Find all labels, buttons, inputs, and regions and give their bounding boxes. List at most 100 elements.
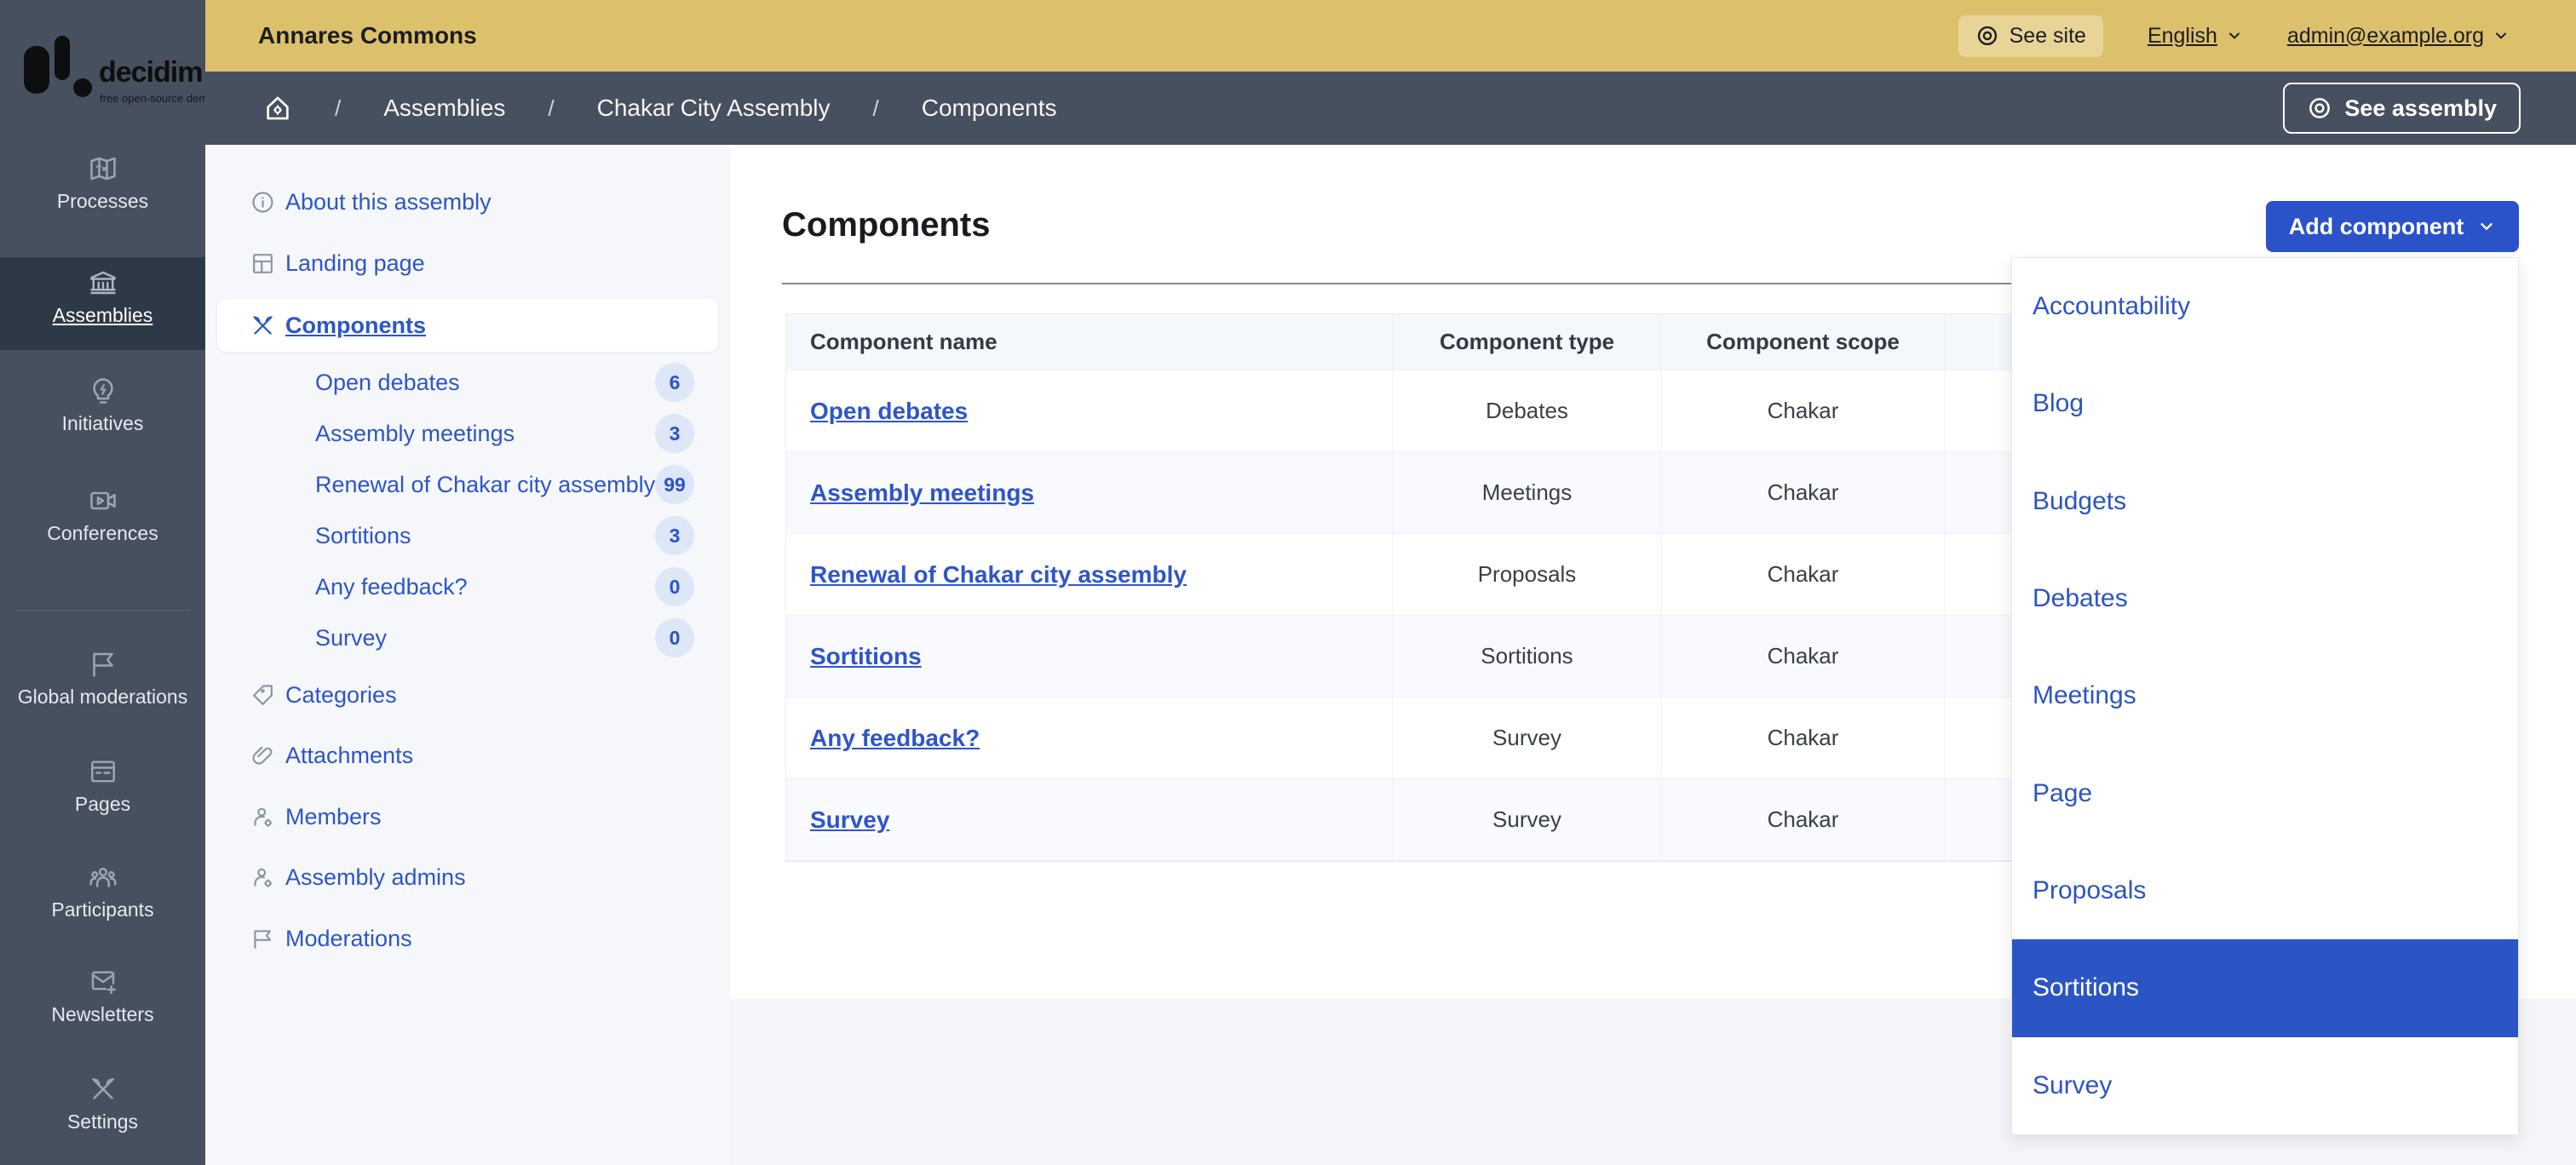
sidebar-item-newsletters[interactable]: Newsletters [0, 967, 205, 1025]
decidim-admin-page: decidim free open-source democracy Proce… [0, 0, 2576, 1165]
dropdown-item-budgets[interactable]: Budgets [2012, 453, 2518, 550]
decidim-logo[interactable]: decidim free open-source democracy [24, 34, 198, 106]
component-link[interactable]: Open debates [810, 398, 968, 425]
column-header-type: Component type [1393, 314, 1662, 370]
sidebar-item-pages[interactable]: Pages [0, 756, 205, 815]
menu-item-attachments[interactable]: Attachments [205, 732, 730, 779]
menu-subitem-renewal[interactable]: Renewal of Chakar city assembly 99 [205, 461, 730, 508]
user-gear-icon [250, 864, 276, 891]
dropdown-item-page[interactable]: Page [2012, 745, 2518, 842]
component-link[interactable]: Any feedback? [810, 725, 980, 752]
component-scope: Chakar [1768, 398, 1839, 424]
dropdown-item-proposals[interactable]: Proposals [2012, 842, 2518, 939]
menu-item-about-assembly[interactable]: About this assembly [205, 178, 730, 226]
component-type: Proposals [1478, 561, 1577, 588]
dropdown-item-accountability[interactable]: Accountability [2012, 258, 2518, 355]
add-component-label: Add component [2289, 214, 2464, 240]
dropdown-item-debates[interactable]: Debates [2012, 550, 2518, 647]
price-tag-icon [250, 682, 276, 709]
add-component-button[interactable]: Add component [2266, 201, 2519, 252]
dropdown-item-meetings[interactable]: Meetings [2012, 647, 2518, 744]
column-header-scope: Component scope [1662, 314, 1945, 370]
decidim-logo-mark [24, 46, 49, 94]
dropdown-item-survey[interactable]: Survey [2012, 1037, 2518, 1134]
dropdown-item-blog[interactable]: Blog [2012, 355, 2518, 452]
menu-subitem-survey[interactable]: Survey 0 [205, 614, 730, 662]
component-link[interactable]: Renewal of Chakar city assembly [810, 561, 1187, 588]
breadcrumb-chakar-city-assembly[interactable]: Chakar City Assembly [597, 95, 831, 122]
see-assembly-button[interactable]: See assembly [2283, 83, 2521, 134]
tools-icon [88, 1074, 118, 1105]
user-account-dropdown[interactable]: admin@example.org [2287, 24, 2510, 49]
team-icon [88, 862, 118, 892]
map-icon [88, 153, 118, 184]
component-type: Sortitions [1481, 643, 1573, 669]
home-icon[interactable] [263, 94, 292, 123]
menu-item-landing-page[interactable]: Landing page [205, 239, 730, 287]
menu-item-moderations[interactable]: Moderations [205, 915, 730, 962]
flag-icon [88, 649, 118, 680]
see-site-label: See site [2010, 24, 2086, 49]
component-scope: Chakar [1768, 725, 1839, 751]
page-title: Components [782, 206, 990, 244]
menu-subitem-open-debates[interactable]: Open debates 6 [205, 359, 730, 406]
sidebar-divider [15, 610, 190, 611]
breadcrumb-assemblies[interactable]: Assemblies [383, 95, 505, 122]
chevron-down-icon [2226, 27, 2243, 44]
component-type: Debates [1486, 398, 1568, 424]
component-scope: Chakar [1768, 806, 1839, 833]
mail-add-icon [88, 967, 118, 997]
top-bar: Annares Commons See site English admin@e… [205, 0, 2576, 72]
component-link[interactable]: Survey [810, 806, 889, 834]
menu-subitem-assembly-meetings[interactable]: Assembly meetings 3 [205, 410, 730, 457]
count-badge: 6 [655, 363, 694, 402]
video-camera-icon [88, 485, 118, 516]
menu-subitem-any-feedback[interactable]: Any feedback? 0 [205, 563, 730, 611]
add-component-dropdown: Accountability Blog Budgets Debates Meet… [2011, 257, 2519, 1135]
see-site-button[interactable]: See site [1958, 15, 2103, 57]
dropdown-item-sortitions[interactable]: Sortitions [2012, 939, 2518, 1036]
count-badge: 3 [655, 516, 694, 555]
count-badge: 0 [655, 567, 694, 606]
component-link[interactable]: Assembly meetings [810, 479, 1034, 507]
sidebar-item-assemblies[interactable]: Assemblies [0, 257, 205, 350]
window-page-icon [88, 756, 118, 787]
sidebar-item-settings[interactable]: Settings [0, 1074, 205, 1133]
topbar-right-group: See site English admin@example.org [1958, 15, 2510, 57]
chevron-down-icon [2477, 217, 2496, 236]
breadcrumb-separator: / [548, 95, 554, 122]
menu-item-categories[interactable]: Categories [205, 671, 730, 719]
sidebar-item-conferences[interactable]: Conferences [0, 485, 205, 544]
breadcrumb-components[interactable]: Components [922, 95, 1057, 122]
component-type: Survey [1492, 725, 1561, 751]
component-scope: Chakar [1768, 561, 1839, 588]
eye-icon [2307, 95, 2332, 121]
column-header-name: Component name [786, 314, 1393, 370]
flag-icon [250, 926, 276, 952]
sidebar-item-initiatives[interactable]: Initiatives [0, 376, 205, 434]
layout-grid-icon [250, 250, 276, 277]
user-gear-icon [250, 804, 276, 830]
sidebar-item-participants[interactable]: Participants [0, 862, 205, 921]
count-badge: 3 [655, 414, 694, 453]
menu-subitem-sortitions[interactable]: Sortitions 3 [205, 512, 730, 560]
component-type: Survey [1492, 806, 1561, 833]
menu-item-components[interactable]: Components [205, 301, 730, 349]
language-dropdown[interactable]: English [2148, 24, 2243, 49]
sidebar-item-global-moderations[interactable]: Global moderations [0, 649, 205, 708]
language-label: English [2148, 24, 2217, 49]
breadcrumb: / Assemblies / Chakar City Assembly / Co… [263, 94, 1057, 123]
component-type: Meetings [1482, 479, 1573, 506]
menu-item-members[interactable]: Members [205, 793, 730, 841]
component-scope: Chakar [1768, 643, 1839, 669]
breadcrumb-bar: / Assemblies / Chakar City Assembly / Co… [205, 72, 2576, 145]
info-icon [250, 189, 276, 215]
sidebar-item-processes[interactable]: Processes [0, 153, 205, 212]
component-link[interactable]: Sortitions [810, 643, 922, 670]
count-badge: 99 [655, 465, 694, 504]
menu-item-assembly-admins[interactable]: Assembly admins [205, 853, 730, 901]
lightbulb-flash-icon [88, 376, 118, 406]
assembly-menu: About this assembly Landing page Compone… [205, 145, 730, 1165]
eye-icon [1975, 24, 1999, 48]
see-assembly-label: See assembly [2344, 95, 2497, 122]
